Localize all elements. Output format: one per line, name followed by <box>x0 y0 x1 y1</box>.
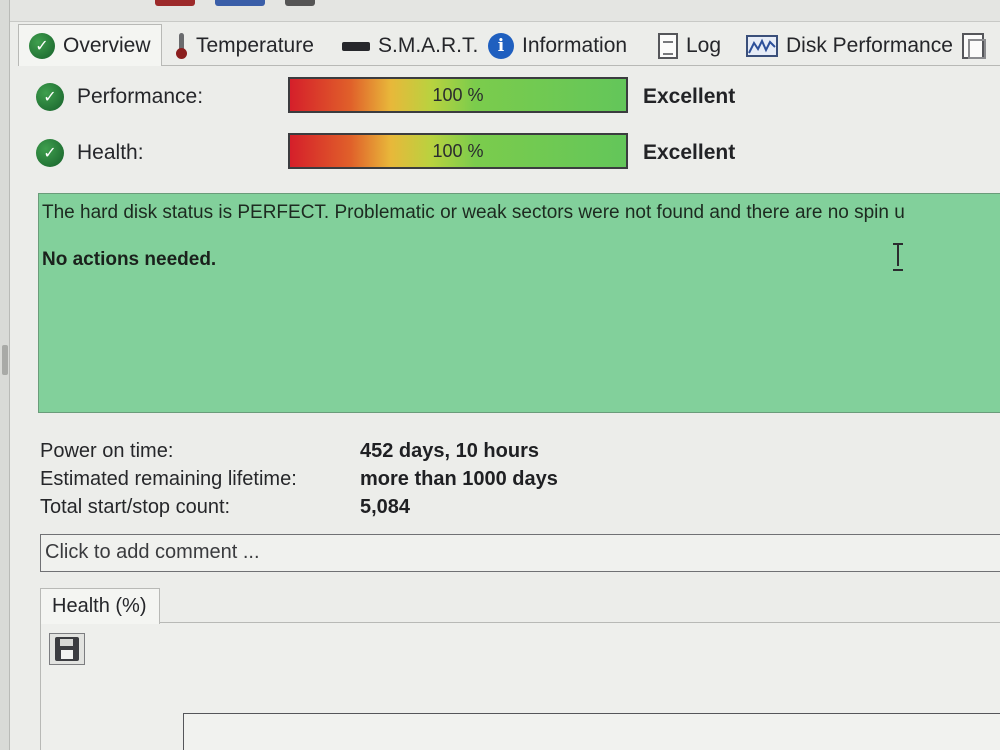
info-row: Power on time: 452 days, 10 hours <box>40 437 558 465</box>
status-message: The hard disk status is PERFECT. Problem… <box>42 202 905 223</box>
info-row: Total start/stop count: 5,084 <box>40 493 558 521</box>
tab-health-percent[interactable]: Health (%) <box>40 588 160 624</box>
chart-tab-label: Health (%) <box>52 595 147 617</box>
comment-placeholder: Click to add comment ... <box>45 541 260 563</box>
save-button[interactable] <box>49 633 85 665</box>
tab-disk-performance[interactable]: Disk Performance <box>746 26 953 66</box>
tab-label: Information <box>522 34 628 57</box>
health-row: ✓ Health: <box>36 133 277 173</box>
info-value: 5,084 <box>360 495 411 518</box>
toolbar-edge-red <box>155 0 195 6</box>
performance-bar: 100 % <box>288 77 628 113</box>
performance-row: ✓ Performance: <box>36 77 277 117</box>
tab-more[interactable] <box>962 26 986 66</box>
health-bar: 100 % <box>288 133 628 169</box>
info-label: Power on time: <box>40 439 174 462</box>
health-bar-text: 100 % <box>432 140 484 161</box>
info-value: more than 1000 days <box>360 467 558 490</box>
tab-log[interactable]: Log <box>658 26 721 66</box>
check-circle-icon: ✓ <box>36 139 64 167</box>
health-chart-area <box>183 713 1000 750</box>
info-label: Total start/stop count: <box>40 495 231 518</box>
left-panel-edge <box>0 0 10 750</box>
drive-bar-icon <box>342 41 370 51</box>
chart-icon <box>746 35 778 57</box>
document-icon <box>658 33 678 59</box>
info-value: 452 days, 10 hours <box>360 439 539 462</box>
info-label: Estimated remaining lifetime: <box>40 467 297 490</box>
tab-overview[interactable]: ✓ Overview <box>18 24 162 66</box>
tab-label: Temperature <box>196 34 314 57</box>
status-message-box[interactable]: The hard disk status is PERFECT. Problem… <box>38 193 1000 413</box>
text-cursor-icon <box>892 242 904 271</box>
tab-label: S.M.A.R.T. <box>378 34 479 57</box>
performance-label: Performance: <box>77 85 204 108</box>
status-action: No actions needed. <box>42 249 217 270</box>
performance-rating: Excellent <box>643 85 736 108</box>
splitter-grip[interactable] <box>2 345 8 375</box>
floppy-disk-icon <box>55 637 79 661</box>
top-strip <box>10 0 1000 22</box>
tab-label: Overview <box>63 33 151 57</box>
info-icon: i <box>488 33 514 59</box>
toolbar-edge-gray <box>285 0 315 6</box>
toolbar-edge-blue <box>215 0 265 6</box>
tab-label: Disk Performance <box>786 34 953 57</box>
info-grid: Power on time: 452 days, 10 hours Estima… <box>40 437 558 521</box>
tab-bar: ✓ Overview Temperature S.M.A.R.T. i Info… <box>18 22 1000 66</box>
tab-smart[interactable]: S.M.A.R.T. <box>342 26 478 66</box>
thermometer-icon <box>174 33 188 59</box>
info-row: Estimated remaining lifetime: more than … <box>40 465 558 493</box>
health-rating: Excellent <box>643 141 736 164</box>
tab-information[interactable]: i Information <box>488 26 627 66</box>
check-circle-icon: ✓ <box>29 32 55 59</box>
comment-field[interactable]: Click to add comment ... <box>40 534 1000 572</box>
copy-icon <box>962 33 986 59</box>
tab-temperature[interactable]: Temperature <box>174 26 314 66</box>
performance-bar-text: 100 % <box>432 84 484 105</box>
health-label: Health: <box>77 141 144 164</box>
check-circle-icon: ✓ <box>36 83 64 111</box>
tab-label: Log <box>686 34 722 57</box>
